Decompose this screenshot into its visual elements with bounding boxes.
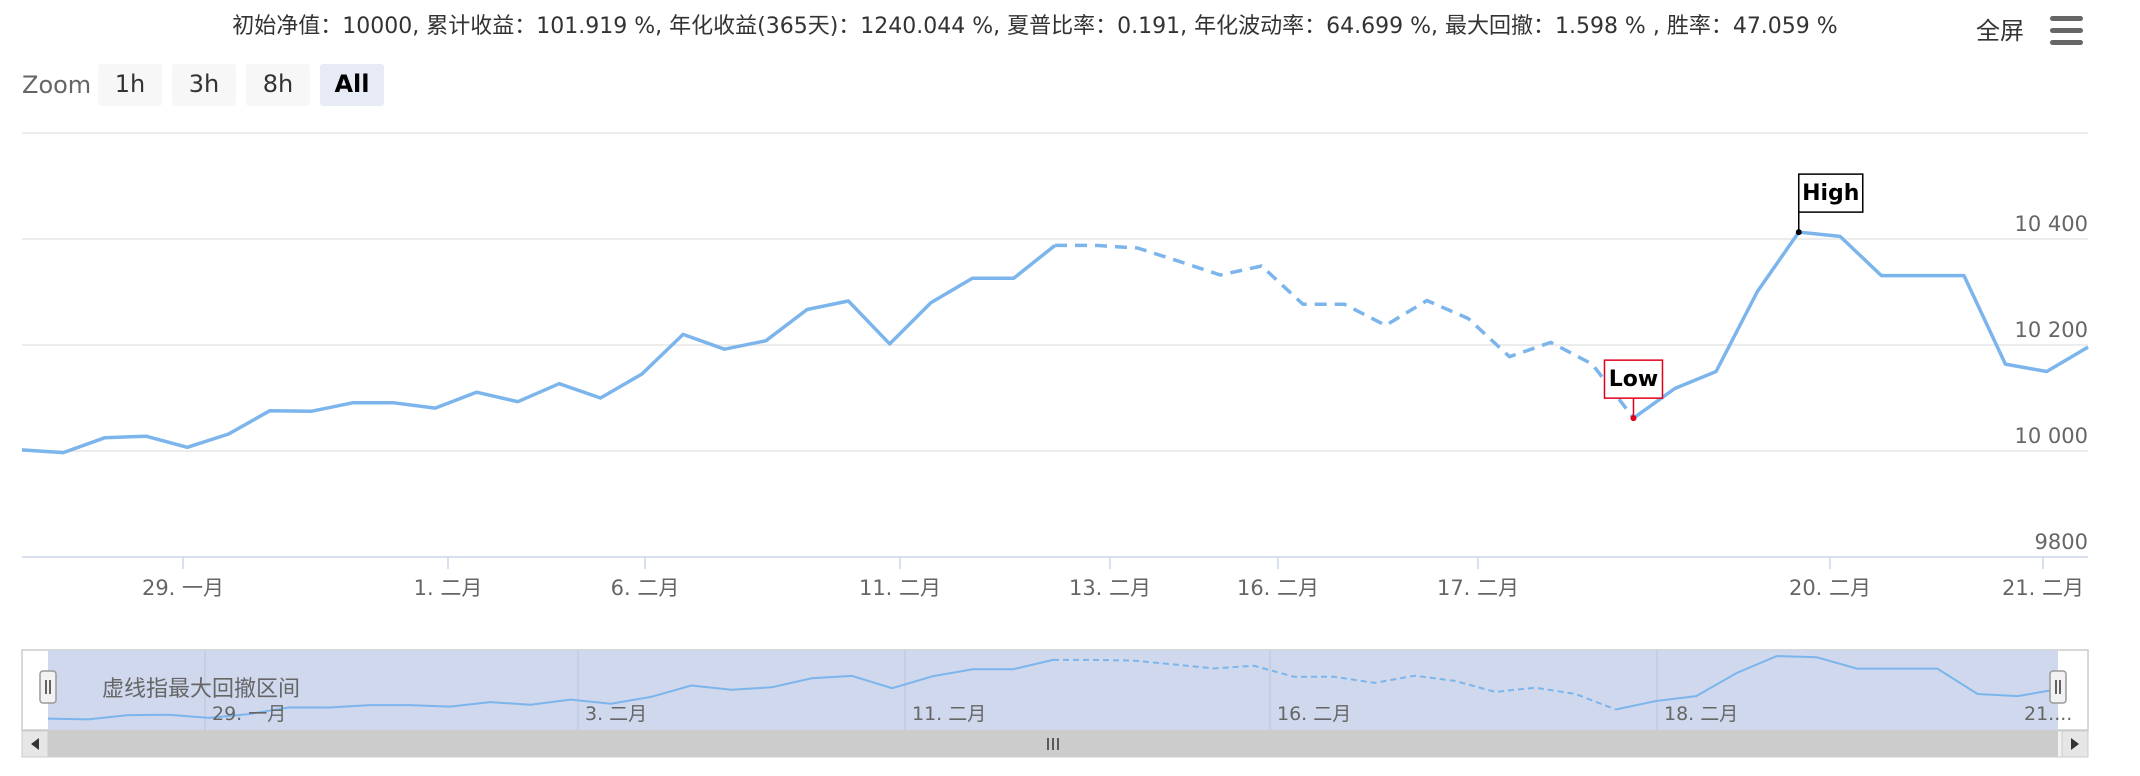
annotation-label: High (1802, 181, 1859, 206)
zoom-button-1h[interactable]: 1h (98, 64, 162, 106)
y-tick-label: 10 200 (2015, 318, 2088, 342)
scrollbar[interactable] (21, 730, 2089, 758)
zoom-button-3h-label: 3h (189, 70, 219, 98)
series-segment-drawdown (1055, 243, 1635, 420)
zoom-button-8h-label: 8h (263, 70, 293, 98)
annotations: High Low (1603, 173, 1864, 422)
navigator-tick-label: 3. 二月 (585, 703, 647, 725)
fullscreen-button[interactable]: 全屏 (1976, 17, 2024, 45)
scrollbar-right-arrow[interactable] (2061, 730, 2089, 758)
scrollbar-left-arrow[interactable] (21, 730, 49, 758)
chart-svg: 初始净值：10000, 累计收益：101.919 %, 年化收益(365天)：1… (21, 14, 2089, 758)
menu-icon[interactable] (2050, 16, 2083, 45)
x-tick-label: 11. 二月 (859, 576, 941, 600)
navigator-tick-label: 18. 二月 (1664, 703, 1738, 725)
zoom-button-8h[interactable]: 8h (246, 64, 310, 106)
x-tick-label: 21. 二月 (2002, 576, 2084, 600)
navigator-right-handle[interactable] (2049, 670, 2067, 704)
zoom-button-3h[interactable]: 3h (172, 64, 236, 106)
x-tick-label: 16. 二月 (1237, 576, 1319, 600)
y-axis: 9800 10 000 10 200 10 400 (2015, 212, 2088, 554)
x-tick-label: 17. 二月 (1437, 576, 1519, 600)
navigator-note: 虚线指最大回撤区间 (102, 677, 300, 702)
zoom-button-all[interactable]: All (320, 64, 384, 106)
x-tick-label: 20. 二月 (1789, 576, 1871, 600)
y-tick-label: 9800 (2035, 530, 2088, 554)
navigator-tick-label: 16. 二月 (1277, 703, 1351, 725)
navigator-tick-label: 21.... (2024, 703, 2072, 725)
x-tick-label: 29. 一月 (142, 576, 224, 600)
series-segment-pre-drawdown (21, 244, 1057, 455)
series-line (21, 230, 2089, 455)
navigator[interactable]: 虚线指最大回撤区间 29. 一月 3. 二月 11. 二月 16. 二月 18. 二月 2… (21, 649, 2089, 731)
zoom-button-1h-label: 1h (115, 70, 145, 98)
x-tick-label: 13. 二月 (1069, 576, 1151, 600)
y-tick-label: 10 400 (2015, 212, 2088, 236)
y-tick-label: 10 000 (2015, 424, 2088, 448)
x-tick-label: 1. 二月 (414, 576, 483, 600)
x-axis: 29. 一月 1. 二月 6. 二月 11. 二月 13. 二月 16. 二月 17. 二月… (142, 557, 2084, 600)
annotation-label: Low (1609, 367, 1658, 392)
navigator-tick-label: 11. 二月 (912, 703, 986, 725)
annotation-point (1630, 415, 1637, 422)
zoom-label: Zoom (22, 71, 91, 99)
stats-header: 初始净值：10000, 累计收益：101.919 %, 年化收益(365天)：1… (232, 14, 1837, 39)
navigator-mask[interactable] (48, 650, 2058, 730)
annotation-point (1795, 229, 1802, 236)
navigator-left-handle[interactable] (39, 670, 57, 704)
chart-container: 初始净值：10000, 累计收益：101.919 %, 年化收益(365天)：1… (0, 0, 2140, 776)
navigator-tick-label: 29. 一月 (212, 703, 286, 725)
x-tick-label: 6. 二月 (611, 576, 680, 600)
zoom-button-all-label: All (334, 70, 369, 98)
grid-lines (22, 132, 2088, 558)
